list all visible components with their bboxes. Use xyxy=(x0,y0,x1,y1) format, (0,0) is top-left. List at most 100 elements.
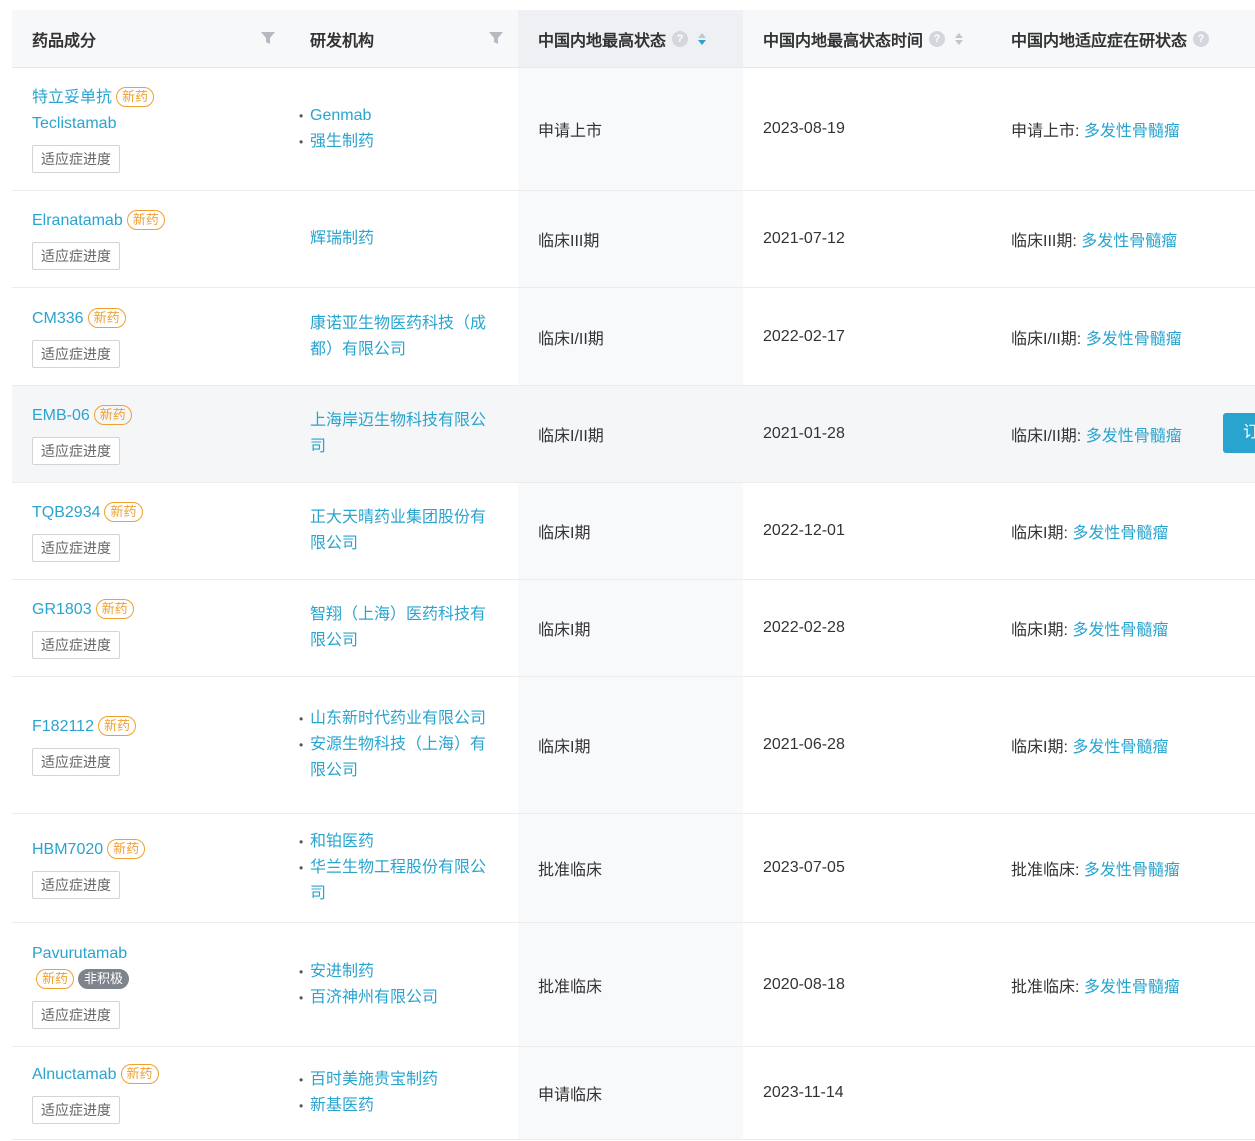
cell-indication xyxy=(991,1046,1255,1140)
filter-icon[interactable] xyxy=(260,30,276,46)
cell-drug: 特立妥单抗 新药 Teclistamab 适应症进度 xyxy=(12,67,290,191)
indication-link[interactable]: 多发性骨髓瘤 xyxy=(1084,979,1180,996)
org-link[interactable]: 新基医药 xyxy=(299,1093,488,1119)
cell-org: 百时美施贵宝制药新基医药 xyxy=(290,1046,518,1140)
table-header-row: 药品成分 研发机构 中国内地最高状态 ? 中国内地最高状态时间 ? 中国内地适应… xyxy=(12,10,1255,68)
cell-indication: 临床I/II期: 多发性骨髓瘤 xyxy=(991,287,1255,386)
indication-progress-button[interactable]: 适应症进度 xyxy=(32,871,120,899)
org-link[interactable]: 智翔（上海）医药科技有限公司 xyxy=(310,602,488,654)
help-icon[interactable]: ? xyxy=(672,30,689,47)
drug-name-link[interactable]: GR1803 xyxy=(32,601,92,618)
drug-name-link[interactable]: Pavurutamab xyxy=(32,945,127,962)
subscribe-side-button[interactable]: 订 xyxy=(1223,413,1255,453)
org-link[interactable]: 安进制药 xyxy=(299,959,488,985)
org-link[interactable]: 上海岸迈生物科技有限公司 xyxy=(310,408,488,460)
drug-name-link[interactable]: TQB2934 xyxy=(32,504,100,521)
new-drug-badge: 新药 xyxy=(87,307,126,328)
indication-status-label: 临床I期: xyxy=(1011,739,1068,756)
org-link[interactable]: 强生制药 xyxy=(299,129,488,155)
header-status[interactable]: 中国内地最高状态 ? xyxy=(518,10,743,68)
new-drug-badge: 新药 xyxy=(36,968,75,989)
org-link[interactable]: 正大天晴药业集团股份有限公司 xyxy=(310,505,488,557)
indication-progress-button[interactable]: 适应症进度 xyxy=(32,437,120,465)
header-drug: 药品成分 xyxy=(12,10,290,68)
cell-date: 2023-08-19 xyxy=(743,67,991,191)
org-link[interactable]: 山东新时代药业有限公司 xyxy=(299,706,488,732)
org-link[interactable]: 安源生物科技（上海）有限公司 xyxy=(299,732,488,784)
indication-status-label: 临床III期: xyxy=(1011,233,1077,250)
header-status-label: 中国内地最高状态 xyxy=(538,32,667,50)
cell-indication: 临床I期: 多发性骨髓瘤 xyxy=(991,482,1255,580)
help-icon[interactable]: ? xyxy=(929,30,946,47)
org-link[interactable]: 华兰生物工程股份有限公司 xyxy=(299,855,488,907)
new-drug-badge: 新药 xyxy=(93,405,132,425)
indication-status-label: 临床I期: xyxy=(1011,525,1068,542)
drug-name-link[interactable]: CM336 xyxy=(32,310,84,327)
indication-link[interactable]: 多发性骨髓瘤 xyxy=(1081,233,1177,250)
new-drug-badge: 新药 xyxy=(107,839,146,859)
drug-name-link[interactable]: Elranatamab xyxy=(32,212,123,229)
new-drug-badge: 新药 xyxy=(120,1064,159,1084)
cell-drug: EMB-06 新药适应症进度 xyxy=(12,385,290,483)
table-row: Pavurutamab新药非积极适应症进度安进制药百济神州有限公司批准临床202… xyxy=(12,922,1255,1047)
cell-status: 批准临床 xyxy=(518,813,743,923)
cell-status: 临床I期 xyxy=(518,579,743,677)
org-link[interactable]: 百济神州有限公司 xyxy=(299,985,488,1011)
table-row: Elranatamab 新药 适应症进度 辉瑞制药 临床III期 2021-07-12 临床… xyxy=(12,190,1255,288)
org-link[interactable]: 百时美施贵宝制药 xyxy=(299,1067,488,1093)
indication-link[interactable]: 多发性骨髓瘤 xyxy=(1084,123,1180,140)
cell-indication: 临床I期: 多发性骨髓瘤 xyxy=(991,579,1255,677)
org-link[interactable]: 辉瑞制药 xyxy=(310,226,488,252)
cell-status: 申请上市 xyxy=(518,67,743,191)
org-link[interactable]: 和铂医药 xyxy=(299,829,488,855)
cell-date: 2021-06-28 xyxy=(743,676,991,814)
results-table: 药品成分 研发机构 中国内地最高状态 ? 中国内地最高状态时间 ? 中国内地适应… xyxy=(12,10,1255,1140)
indication-link[interactable]: 多发性骨髓瘤 xyxy=(1072,622,1168,639)
new-drug-badge: 新药 xyxy=(95,599,134,619)
indication-link[interactable]: 多发性骨髓瘤 xyxy=(1072,525,1168,542)
table-row: EMB-06 新药 适应症进度 上海岸迈生物科技有限公司 临床I/II期 2021-01-… xyxy=(12,385,1255,483)
indication-progress-button[interactable]: 适应症进度 xyxy=(32,1000,120,1029)
cell-date: 2021-07-12 xyxy=(743,190,991,288)
indication-link[interactable]: 多发性骨髓瘤 xyxy=(1086,428,1182,445)
indication-status-label: 批准临床: xyxy=(1011,978,1080,996)
table-row: CM336 新药 适应症进度 康诺亚生物医药科技（成都）有限公司 临床I/II期 2022… xyxy=(12,287,1255,386)
cell-indication: 申请上市: 多发性骨髓瘤 xyxy=(991,67,1255,191)
new-drug-badge: 新药 xyxy=(104,502,143,522)
help-icon[interactable]: ? xyxy=(1193,30,1210,47)
cell-date: 2023-07-05 xyxy=(743,813,991,923)
cell-drug: CM336 新药适应症进度 xyxy=(12,287,290,386)
indication-progress-button[interactable]: 适应症进度 xyxy=(32,242,120,270)
cell-drug: Alnuctamab 新药 适应症进度 xyxy=(12,1046,290,1140)
drug-name-en-link[interactable]: Teclistamab xyxy=(32,115,116,132)
indication-link[interactable]: 多发性骨髓瘤 xyxy=(1086,331,1182,348)
org-link[interactable]: Genmab xyxy=(299,103,488,129)
header-status-time[interactable]: 中国内地最高状态时间 ? xyxy=(743,10,991,68)
header-status-time-label: 中国内地最高状态时间 xyxy=(763,32,924,50)
indication-link[interactable]: 多发性骨髓瘤 xyxy=(1084,862,1180,879)
indication-link[interactable]: 多发性骨髓瘤 xyxy=(1072,739,1168,756)
indication-progress-button[interactable]: 适应症进度 xyxy=(32,534,120,562)
new-drug-badge: 新药 xyxy=(97,716,136,736)
sort-icon[interactable] xyxy=(698,32,707,45)
header-org: 研发机构 xyxy=(290,10,518,68)
indication-progress-button[interactable]: 适应症进度 xyxy=(32,1096,120,1124)
header-indication-status-label: 中国内地适应症在研状态 xyxy=(1011,32,1188,50)
drug-name-link[interactable]: EMB-06 xyxy=(32,407,90,424)
sort-icon[interactable] xyxy=(955,32,964,45)
drug-name-link[interactable]: Alnuctamab xyxy=(32,1066,117,1083)
cell-org: Genmab强生制药 xyxy=(290,67,518,191)
indication-progress-button[interactable]: 适应症进度 xyxy=(32,631,120,659)
drug-name-link[interactable]: F182112 xyxy=(32,718,94,735)
indication-progress-button[interactable]: 适应症进度 xyxy=(32,145,120,173)
indication-progress-button[interactable]: 适应症进度 xyxy=(32,748,120,776)
org-link[interactable]: 康诺亚生物医药科技（成都）有限公司 xyxy=(310,311,488,363)
cell-drug: HBM7020 新药适应症进度 xyxy=(12,813,290,923)
filter-icon[interactable] xyxy=(488,30,504,46)
drug-name-link[interactable]: 特立妥单抗 xyxy=(32,89,112,106)
cell-drug: GR1803 新药适应症进度 xyxy=(12,579,290,677)
indication-progress-button[interactable]: 适应症进度 xyxy=(32,339,120,368)
cell-date: 2022-02-28 xyxy=(743,579,991,677)
cell-drug: TQB2934 新药适应症进度 xyxy=(12,482,290,580)
drug-name-link[interactable]: HBM7020 xyxy=(32,841,103,858)
